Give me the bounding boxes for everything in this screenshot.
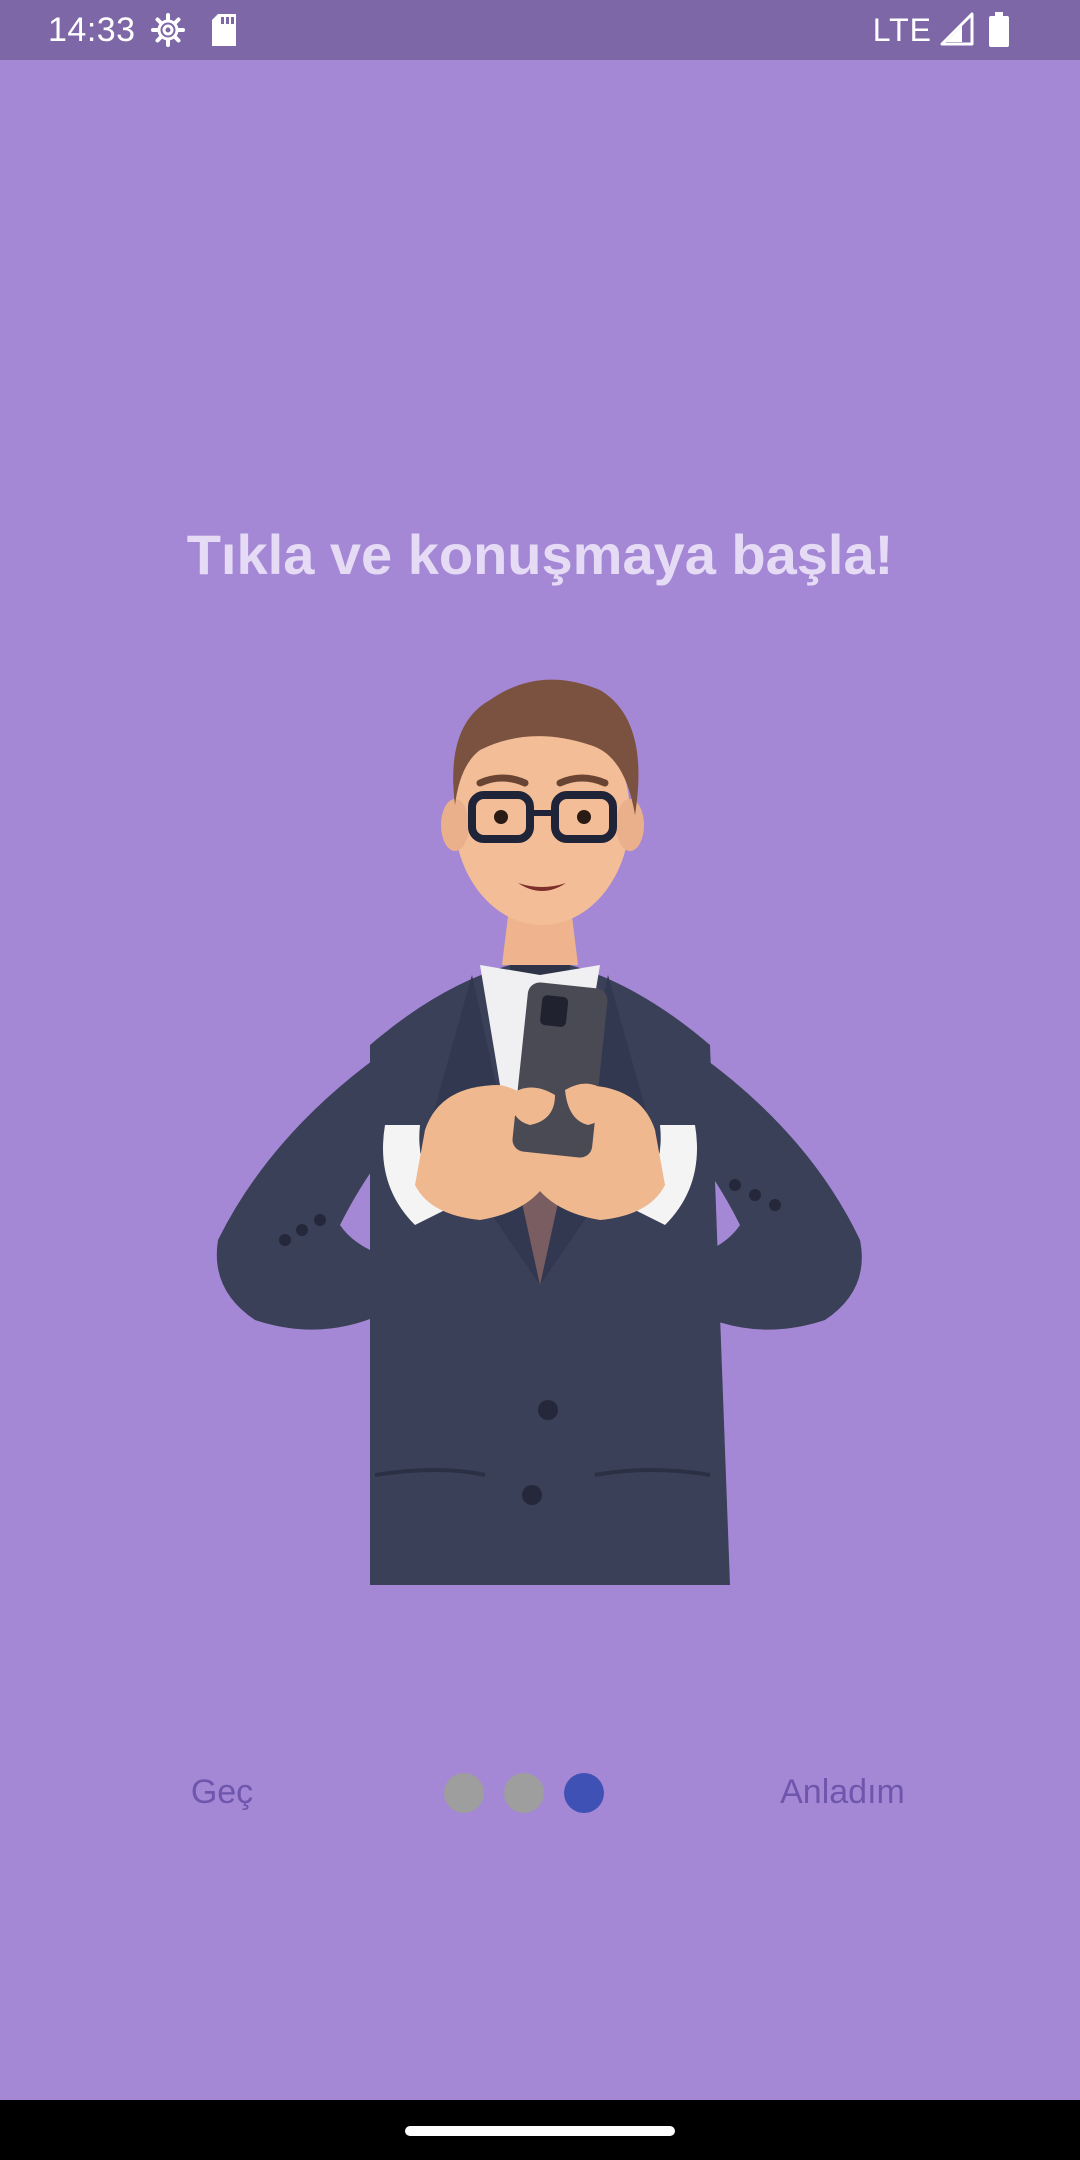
onboarding-title: Tıkla ve konuşmaya başla! — [186, 523, 894, 586]
got-it-button[interactable]: Anladım — [750, 1762, 935, 1822]
page-indicator — [444, 1773, 604, 1813]
signal-icon — [940, 12, 974, 51]
page-dot-2 — [504, 1773, 544, 1813]
businessman-illustration — [210, 665, 870, 1585]
battery-icon — [988, 12, 1010, 53]
page-dot-3-active — [564, 1773, 604, 1813]
sd-card-icon — [210, 12, 238, 53]
status-time: 14:33 — [48, 11, 136, 49]
skip-button[interactable]: Geç — [150, 1762, 294, 1822]
system-navigation-bar — [0, 2100, 1080, 2160]
page-dot-1 — [444, 1773, 484, 1813]
network-type-label: LTE — [872, 12, 932, 48]
onboarding-screen: 14:33 LTE Tıkla ve konuşmaya başla! Geç … — [0, 0, 1080, 2160]
status-bar: 14:33 LTE — [0, 0, 1080, 60]
settings-gear-icon — [150, 12, 186, 53]
home-gesture-handle[interactable] — [405, 2126, 675, 2136]
